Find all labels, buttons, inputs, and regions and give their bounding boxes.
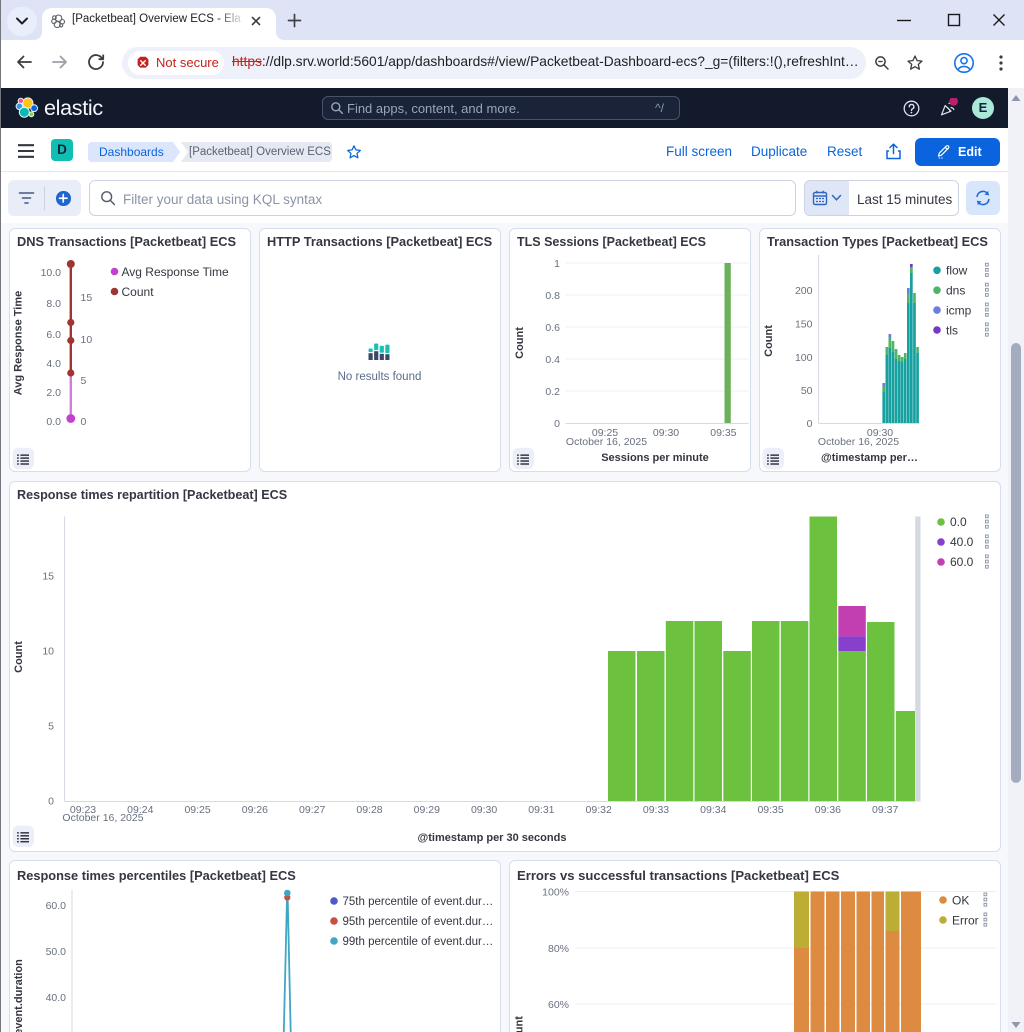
svg-text:09:31: 09:31 <box>528 804 554 816</box>
svg-text:Sessions per minute: Sessions per minute <box>601 452 709 464</box>
svg-text:0.0: 0.0 <box>46 416 61 428</box>
svg-text:09:26: 09:26 <box>242 804 268 816</box>
svg-text:60.0: 60.0 <box>950 555 974 569</box>
svg-text:2.0: 2.0 <box>46 387 61 399</box>
svg-text:Count: Count <box>13 641 25 673</box>
svg-text:@timestamp per…: @timestamp per… <box>821 452 918 464</box>
svg-text:Avg Response Time: Avg Response Time <box>13 291 25 396</box>
svg-text:15: 15 <box>42 571 54 583</box>
svg-text:HTTP Transactions [Packetbeat]: HTTP Transactions [Packetbeat] ECS <box>267 234 493 249</box>
svg-text:Count: Count <box>513 1016 525 1032</box>
svg-text:09:32: 09:32 <box>586 804 612 816</box>
svg-text:75th percentile of event.dur…: 75th percentile of event.dur… <box>343 896 494 908</box>
svg-text:09:28: 09:28 <box>356 804 382 816</box>
svg-text:0.0: 0.0 <box>950 515 967 529</box>
svg-text:09:30: 09:30 <box>652 427 678 439</box>
svg-text:09:36: 09:36 <box>815 804 841 816</box>
svg-text:09:30: 09:30 <box>471 804 497 816</box>
svg-text:Errors vs successful transacti: Errors vs successful transactions [Packe… <box>517 868 840 883</box>
svg-text:@timestamp per 30 seconds: @timestamp per 30 seconds <box>418 832 567 844</box>
svg-text:200: 200 <box>794 285 812 297</box>
svg-text:event.duration: event.duration <box>13 959 25 1032</box>
svg-text:09:37: 09:37 <box>872 804 898 816</box>
svg-text:09:34: 09:34 <box>700 804 726 816</box>
svg-text:icmp: icmp <box>946 304 972 318</box>
svg-text:10: 10 <box>42 646 54 658</box>
svg-text:10.0: 10.0 <box>41 267 62 279</box>
svg-text:Response times repartition [Pa: Response times repartition [Packetbeat] … <box>17 488 287 502</box>
svg-text:Count: Count <box>763 325 775 357</box>
svg-text:No results found: No results found <box>337 371 421 383</box>
svg-text:tls: tls <box>946 324 958 338</box>
svg-text:8.0: 8.0 <box>46 298 61 310</box>
svg-text:09:29: 09:29 <box>414 804 440 816</box>
svg-text:0: 0 <box>81 416 87 428</box>
svg-text:DNS Transactions [Packetbeat]: DNS Transactions [Packetbeat] ECS <box>17 234 237 249</box>
svg-text:Response times percentiles [Pa: Response times percentiles [Packetbeat] … <box>17 868 296 883</box>
svg-text:95th percentile of event.dur…: 95th percentile of event.dur… <box>343 916 494 928</box>
svg-text:150: 150 <box>794 319 812 331</box>
svg-text:October 16, 2025: October 16, 2025 <box>565 436 646 448</box>
svg-text:0.6: 0.6 <box>545 322 560 334</box>
svg-text:0.8: 0.8 <box>545 290 560 302</box>
svg-text:99th percentile of event.dur…: 99th percentile of event.dur… <box>343 936 494 948</box>
svg-text:10: 10 <box>81 334 93 346</box>
svg-text:5: 5 <box>81 375 87 387</box>
svg-text:09:27: 09:27 <box>299 804 325 816</box>
svg-text:40.0: 40.0 <box>950 535 974 549</box>
svg-text:09:33: 09:33 <box>643 804 669 816</box>
svg-text:flow: flow <box>946 264 968 278</box>
svg-text:OK: OK <box>952 894 969 908</box>
svg-text:TLS Sessions [Packetbeat] ECS: TLS Sessions [Packetbeat] ECS <box>517 235 706 249</box>
svg-text:09:35: 09:35 <box>757 804 783 816</box>
svg-text:5: 5 <box>48 721 54 733</box>
svg-text:October 16, 2025: October 16, 2025 <box>62 812 143 824</box>
svg-text:15: 15 <box>81 292 93 304</box>
svg-text:100%: 100% <box>542 887 569 899</box>
svg-text:60.0: 60.0 <box>46 900 67 912</box>
svg-text:6.0: 6.0 <box>46 329 61 341</box>
svg-text:October 16, 2025: October 16, 2025 <box>817 436 898 448</box>
svg-text:09:35: 09:35 <box>710 427 736 439</box>
svg-text:Avg Response Time: Avg Response Time <box>122 265 229 279</box>
svg-text:0: 0 <box>806 418 812 430</box>
svg-text:dns: dns <box>946 284 965 298</box>
svg-text:40.0: 40.0 <box>46 992 67 1004</box>
svg-text:0: 0 <box>48 796 54 808</box>
svg-text:Count: Count <box>514 327 526 359</box>
svg-text:09:25: 09:25 <box>184 804 210 816</box>
svg-text:4.0: 4.0 <box>46 358 61 370</box>
svg-text:Transaction Types [Packetbeat]: Transaction Types [Packetbeat] ECS <box>767 234 988 249</box>
svg-text:1: 1 <box>554 258 560 270</box>
svg-text:0.2: 0.2 <box>545 386 560 398</box>
svg-text:Error: Error <box>952 914 979 928</box>
svg-text:0: 0 <box>554 418 560 430</box>
svg-text:80%: 80% <box>547 943 568 955</box>
svg-text:50: 50 <box>800 385 812 397</box>
svg-text:100: 100 <box>794 352 812 364</box>
svg-text:50.0: 50.0 <box>46 946 67 958</box>
svg-text:Count: Count <box>122 285 155 299</box>
svg-text:0.4: 0.4 <box>545 354 560 366</box>
svg-text:60%: 60% <box>547 999 568 1011</box>
